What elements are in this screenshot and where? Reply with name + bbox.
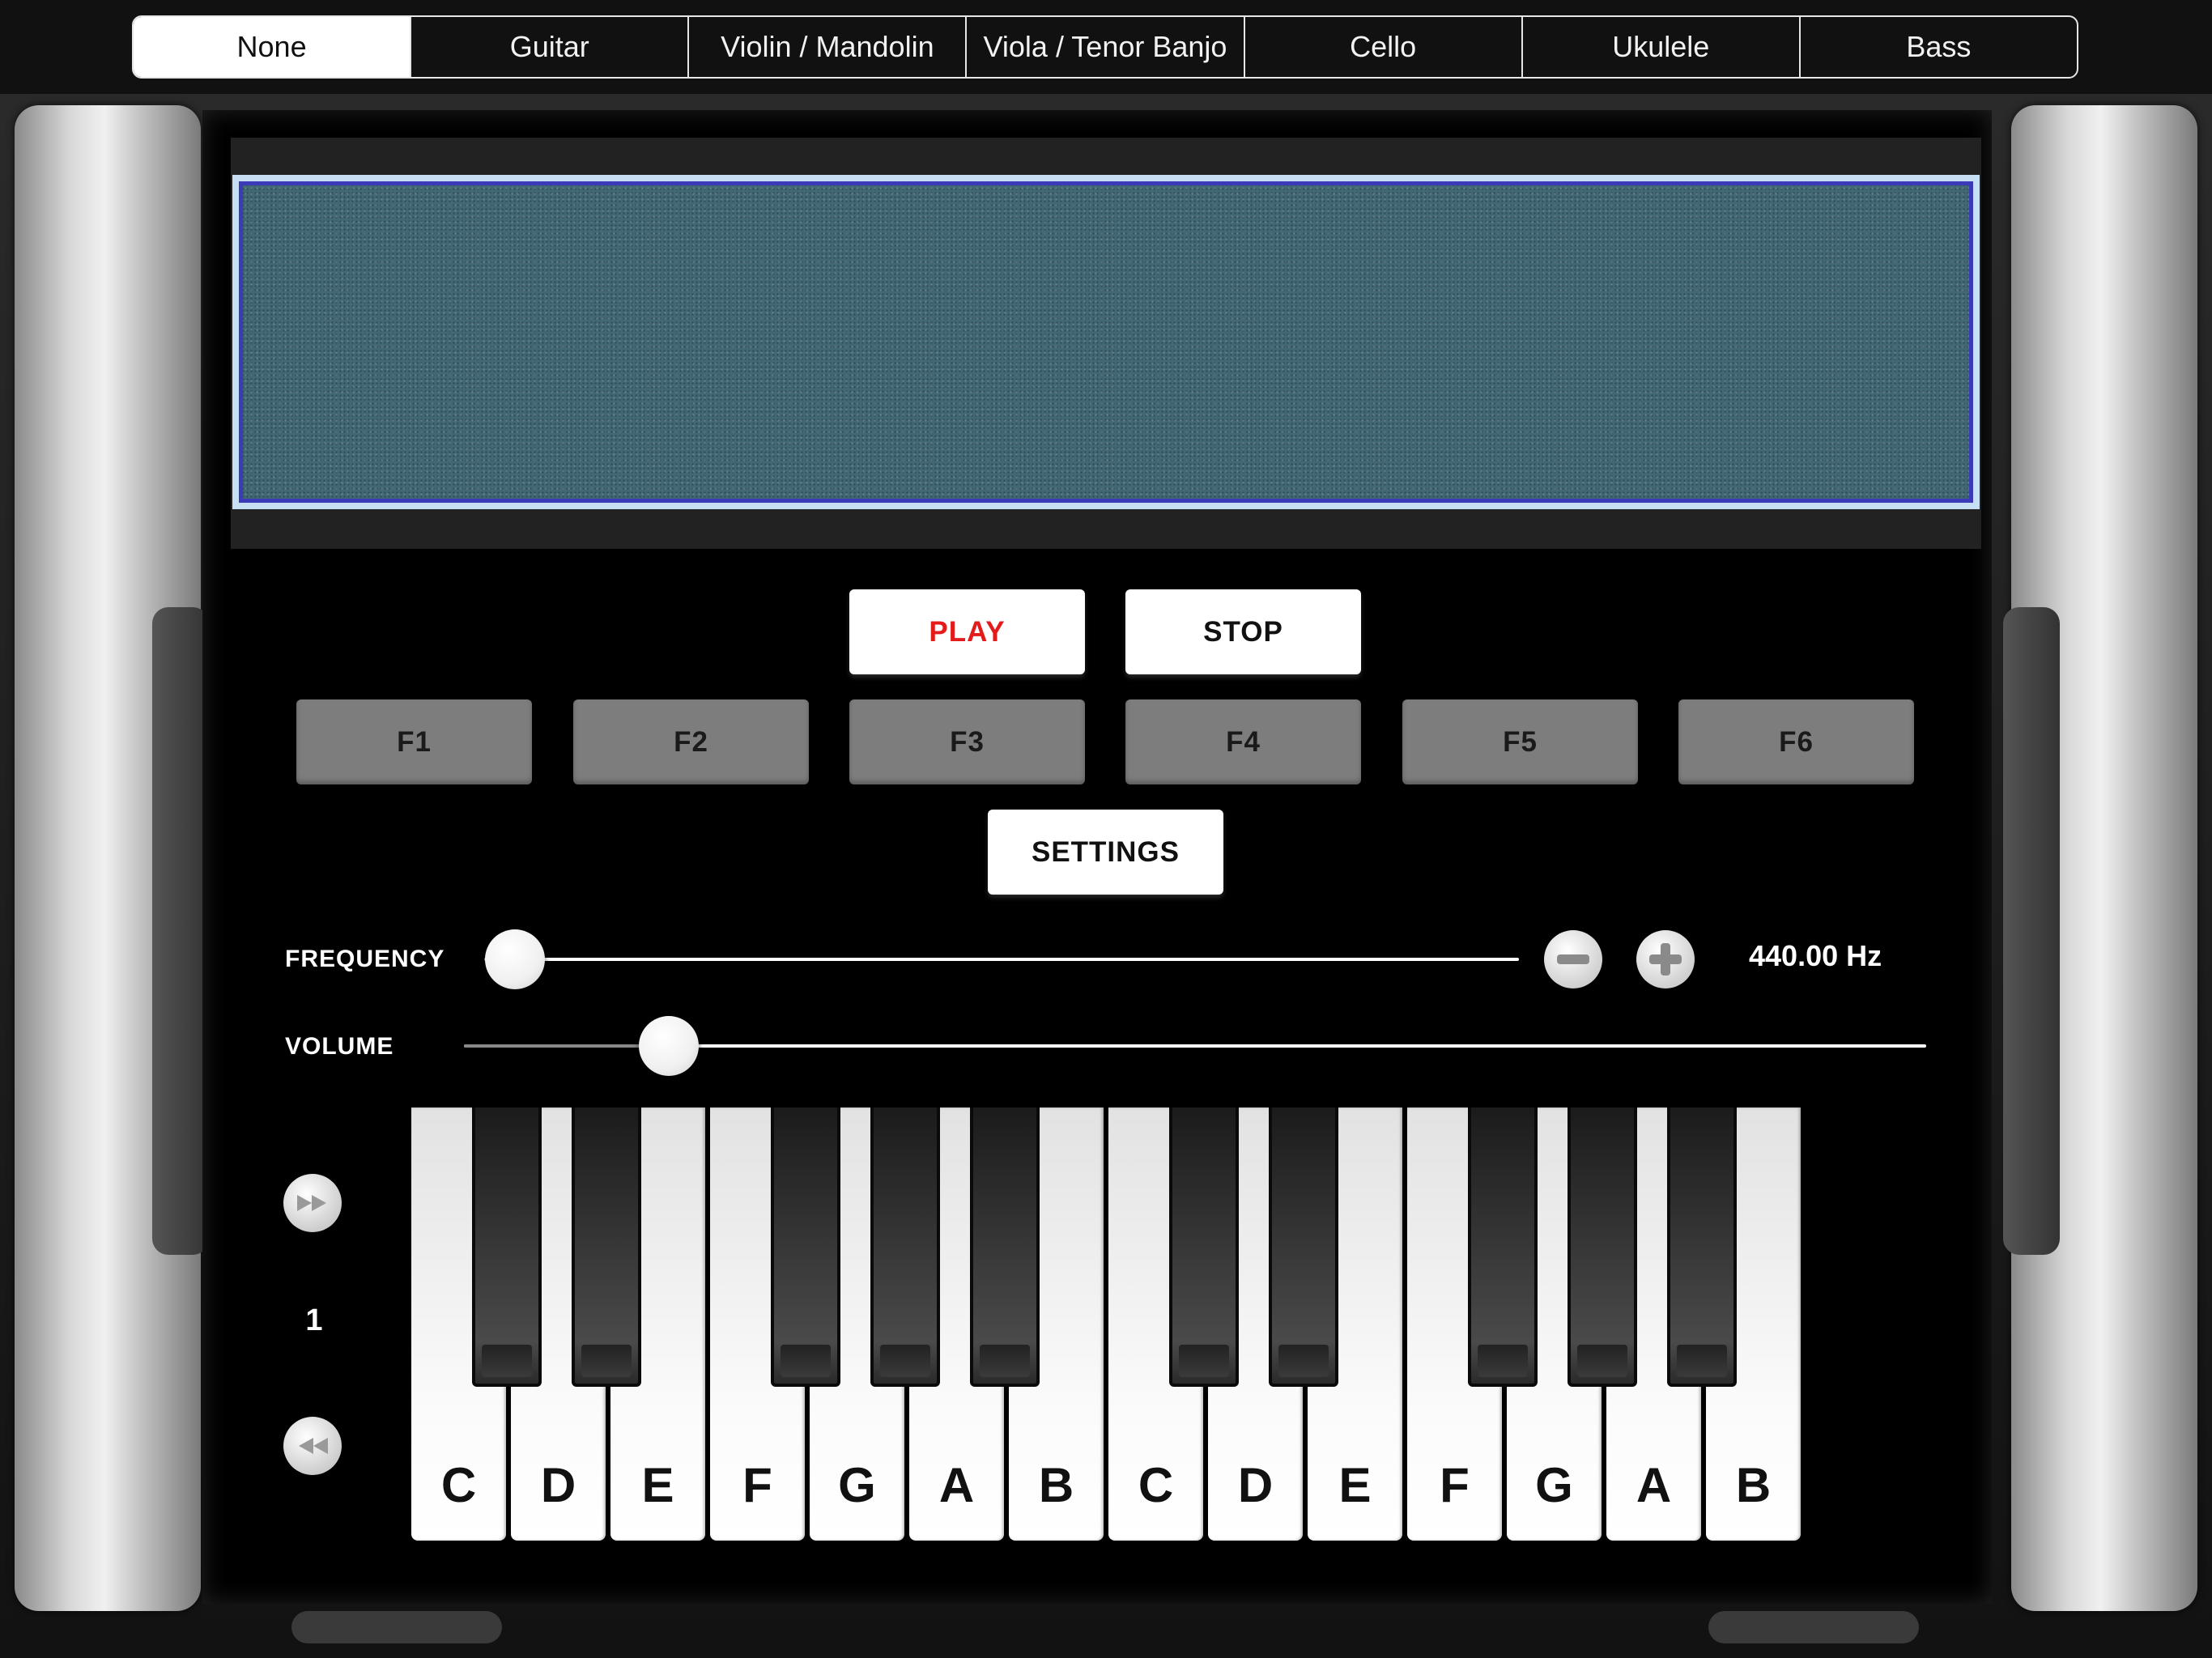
stop-button[interactable]: STOP bbox=[1125, 589, 1361, 674]
frequency-readout: 440.00 Hz bbox=[1749, 939, 1882, 972]
tab-none[interactable]: None bbox=[134, 17, 410, 77]
octave-down-button[interactable] bbox=[283, 1417, 342, 1475]
f4-button[interactable]: F4 bbox=[1125, 699, 1361, 784]
tab-violin-mandolin[interactable]: Violin / Mandolin bbox=[687, 17, 965, 77]
display-screen bbox=[232, 175, 1980, 509]
right-handle-groove bbox=[2003, 607, 2060, 1255]
octave-up-button[interactable] bbox=[283, 1174, 342, 1232]
tab-guitar[interactable]: Guitar bbox=[410, 17, 687, 77]
tab-ukulele[interactable]: Ukulele bbox=[1521, 17, 1799, 77]
key-label: G bbox=[838, 1458, 876, 1512]
key-label: G bbox=[1535, 1458, 1573, 1512]
rewind-icon bbox=[299, 1438, 328, 1454]
volume-slider-knob[interactable] bbox=[638, 1016, 699, 1076]
tab-viola-tenor-banjo[interactable]: Viola / Tenor Banjo bbox=[965, 17, 1243, 77]
frequency-increase-button[interactable] bbox=[1636, 930, 1695, 988]
black-key-c-sharp[interactable] bbox=[472, 1107, 542, 1387]
key-label: C bbox=[1138, 1458, 1174, 1512]
fast-forward-icon bbox=[297, 1195, 326, 1211]
instrument-bar: None Guitar Violin / Mandolin Viola / Te… bbox=[0, 0, 2212, 94]
instrument-selector: None Guitar Violin / Mandolin Viola / Te… bbox=[132, 15, 2078, 79]
key-label: E bbox=[641, 1458, 674, 1512]
right-handle bbox=[2003, 105, 2197, 1611]
tab-cello[interactable]: Cello bbox=[1243, 17, 1521, 77]
octave-number: 1 bbox=[305, 1303, 323, 1337]
key-label: C bbox=[440, 1458, 477, 1512]
black-key-d-sharp[interactable] bbox=[572, 1107, 641, 1387]
volume-label: VOLUME bbox=[285, 1033, 394, 1060]
black-key-a-sharp-2[interactable] bbox=[1667, 1107, 1737, 1387]
black-key-c-sharp-2[interactable] bbox=[1169, 1107, 1239, 1387]
key-label: F bbox=[742, 1458, 772, 1512]
key-label: E bbox=[1338, 1458, 1372, 1512]
left-handle bbox=[15, 105, 209, 1611]
key-label: B bbox=[1038, 1458, 1074, 1512]
settings-button[interactable]: SETTINGS bbox=[988, 810, 1223, 895]
black-key-f-sharp[interactable] bbox=[771, 1107, 840, 1387]
f3-button[interactable]: F3 bbox=[849, 699, 1085, 784]
f2-button[interactable]: F2 bbox=[573, 699, 809, 784]
key-label: D bbox=[540, 1458, 576, 1512]
display-surface bbox=[239, 181, 1973, 503]
left-handle-groove bbox=[152, 607, 209, 1255]
minus-icon bbox=[1557, 954, 1589, 964]
key-label: A bbox=[938, 1458, 975, 1512]
frequency-label: FREQUENCY bbox=[285, 946, 445, 972]
frequency-decrease-button[interactable] bbox=[1544, 930, 1602, 988]
f1-button[interactable]: F1 bbox=[296, 699, 532, 784]
black-key-g-sharp[interactable] bbox=[870, 1107, 940, 1387]
key-label: A bbox=[1636, 1458, 1672, 1512]
key-label: D bbox=[1237, 1458, 1274, 1512]
plus-icon bbox=[1661, 943, 1670, 976]
key-label: F bbox=[1440, 1458, 1470, 1512]
f5-button[interactable]: F5 bbox=[1402, 699, 1638, 784]
black-key-f-sharp-2[interactable] bbox=[1468, 1107, 1538, 1387]
left-foot bbox=[291, 1611, 502, 1643]
frequency-slider-track[interactable] bbox=[484, 958, 1519, 961]
play-button[interactable]: PLAY bbox=[849, 589, 1085, 674]
frequency-slider-knob[interactable] bbox=[485, 929, 546, 989]
piano-keyboard: C D E F G A B C D E F G A B bbox=[411, 1107, 1801, 1541]
black-key-a-sharp[interactable] bbox=[970, 1107, 1040, 1387]
tab-bass[interactable]: Bass bbox=[1798, 17, 2077, 77]
black-key-d-sharp-2[interactable] bbox=[1269, 1107, 1338, 1387]
f6-button[interactable]: F6 bbox=[1678, 699, 1914, 784]
black-key-g-sharp-2[interactable] bbox=[1568, 1107, 1637, 1387]
right-foot bbox=[1708, 1611, 1919, 1643]
key-label: B bbox=[1735, 1458, 1772, 1512]
